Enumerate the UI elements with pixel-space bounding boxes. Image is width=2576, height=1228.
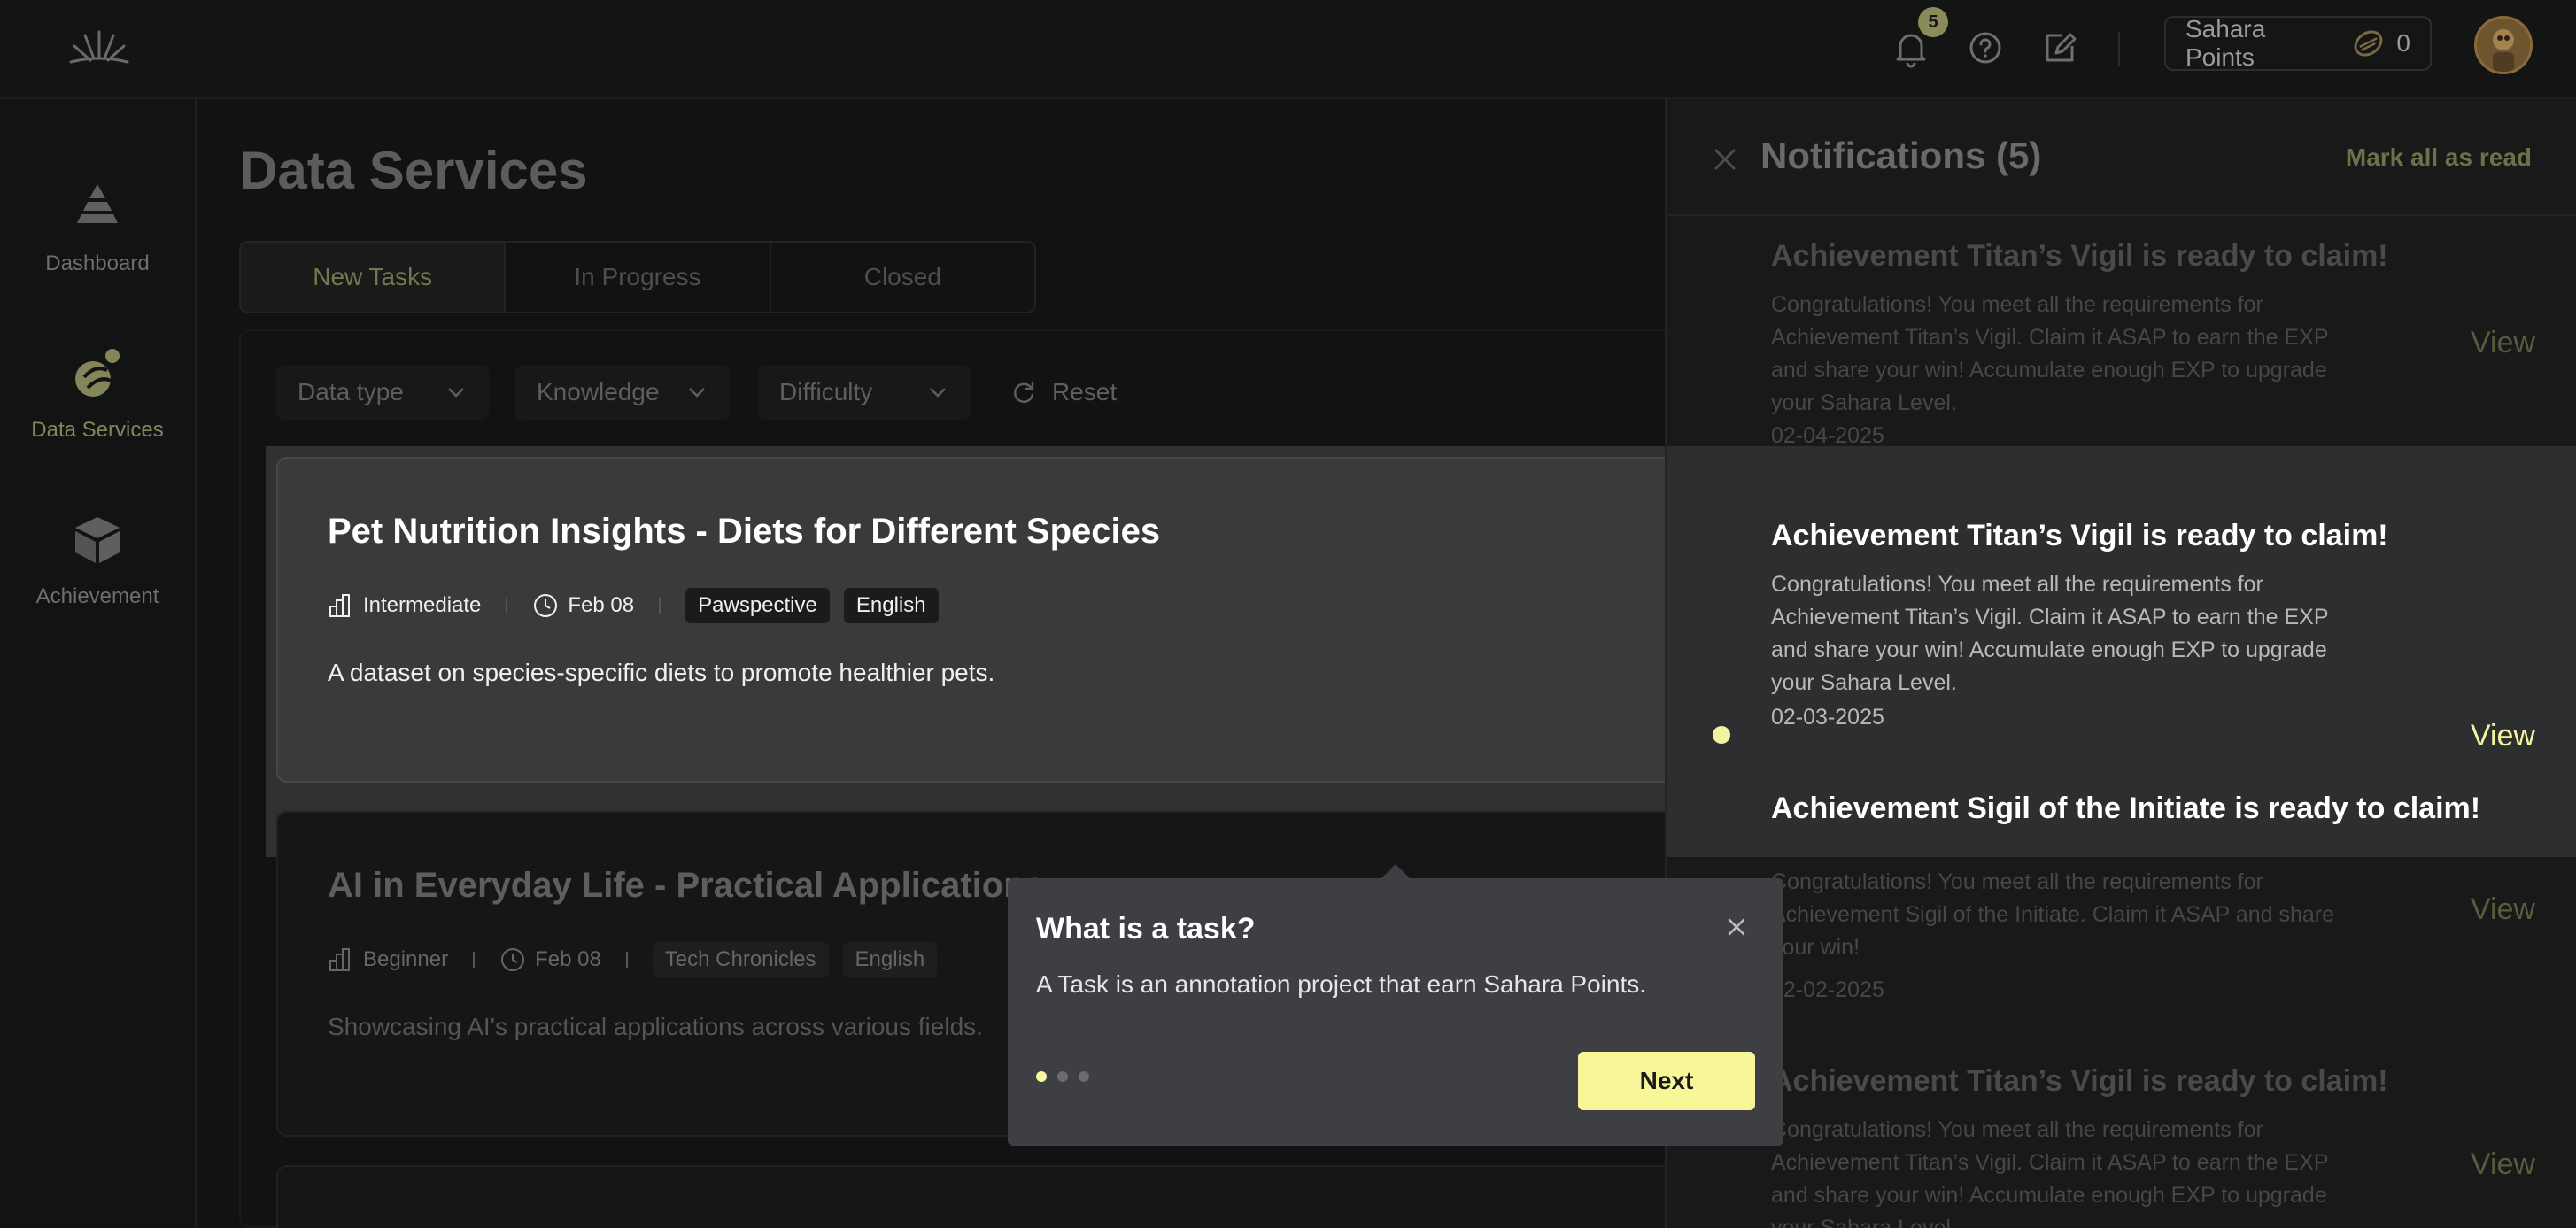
logo-icon[interactable] [67,23,131,73]
reset-filters-button[interactable]: Reset [1010,365,1117,420]
task-meta: Intermediate Feb 08 Pawspective English [328,588,953,623]
tooltip-arrow [1381,864,1410,878]
meta-divider [506,598,508,614]
notification-body: Congratulations! You meet all the requir… [1771,1117,2329,1228]
onboarding-tooltip: What is a task? A Task is an annotation … [1008,878,1783,1146]
points-value: 0 [2396,29,2410,57]
points-label: Sahara Points [2185,15,2266,71]
clock-icon [534,594,558,617]
notification-title: Achievement Sigil of the Initiate is rea… [1771,792,2481,825]
pyramid-icon [77,184,118,223]
task-level: Intermediate [363,593,482,617]
notification-title: Achievement Titan’s Vigil is ready to cl… [1771,1064,2388,1098]
task-tag: Tech Chronicles [652,942,829,977]
sidebar-item-data-services[interactable]: Data Services [0,340,195,443]
meta-divider [473,952,476,968]
edit-icon[interactable] [2035,23,2085,73]
close-icon[interactable] [1723,914,1750,940]
data-type-filter[interactable]: Data type [276,365,489,420]
sidebar-item-achievement[interactable]: Achievement [0,506,195,609]
task-date: Feb 08 [568,593,635,617]
notification-item[interactable]: Achievement Titan’s Vigil is ready to cl… [1667,216,2576,448]
tooltip-title: What is a task? [1036,912,1256,946]
notification-date: 02-03-2025 [1771,705,1884,730]
difficulty-filter[interactable]: Difficulty [758,365,971,420]
task-tag: English [842,942,938,977]
sidebar: Dashboard Data Services Achievement [0,99,197,1228]
notification-date: 02-02-2025 [1771,977,1884,1002]
notification-title: Achievement Titan’s Vigil is ready to cl… [1771,239,2388,273]
page-title: Data Services [239,141,588,200]
chevron-down-icon [930,388,946,398]
task-title: Pet Nutrition Insights - Diets for Diffe… [328,512,1161,551]
coin-icon [2355,30,2383,57]
data-services-icon [75,349,120,397]
notification-view-link[interactable]: View [2471,719,2535,753]
filter-label: Difficulty [779,378,873,405]
reset-label: Reset [1052,378,1118,405]
notification-view-link[interactable]: View [2471,892,2535,927]
notifications-drawer: Notifications (5) Mark all as read Achie… [1665,99,2576,1228]
refresh-icon [1014,381,1034,404]
notification-body: Congratulations! You meet all the requir… [1771,572,2329,695]
meta-divider [659,598,661,614]
clock-icon [501,948,525,971]
top-divider [2118,32,2120,66]
difficulty-bars-icon [329,594,350,617]
task-tabs: New Tasks In Progress Closed [239,241,1036,313]
task-date: Feb 08 [535,947,601,971]
notification-body: Congratulations! You meet all the requir… [1771,869,2334,960]
sahara-points-pill[interactable]: Sahara Points 0 [2164,15,2432,71]
filter-label: Knowledge [537,378,660,405]
task-tag: Pawspective [685,588,830,623]
notification-view-link[interactable]: View [2471,1147,2535,1182]
notification-title: Achievement Titan’s Vigil is ready to cl… [1771,519,2388,552]
help-icon[interactable] [1961,23,2010,73]
notification-count-badge: 5 [1918,7,1948,37]
tab-in-progress[interactable]: In Progress [506,243,771,312]
task-title: AI in Everyday Life - Practical Applicat… [328,866,1045,905]
unread-dot [1713,726,1730,744]
close-icon[interactable] [1709,143,1741,175]
task-meta: Beginner Feb 08 Tech Chronicles English [328,942,951,977]
notification-date: 02-04-2025 [1771,423,1884,448]
sidebar-item-label: Dashboard [45,251,150,275]
notification-item[interactable]: Achievement Titan’s Vigil is ready to cl… [1667,1043,2576,1228]
notification-body: Congratulations! You meet all the requir… [1771,292,2329,415]
tab-closed[interactable]: Closed [771,243,1034,312]
step-dot-active [1036,1071,1047,1082]
filter-label: Data type [298,378,404,405]
difficulty-bars-icon [329,948,350,971]
next-button[interactable]: Next [1578,1052,1755,1110]
sidebar-item-dashboard[interactable]: Dashboard [0,174,195,276]
notifications-title: Notifications (5) [1760,135,2042,176]
avatar-image [2477,19,2530,72]
notification-item[interactable]: Achievement Titan’s Vigil is ready to cl… [1667,446,2576,857]
step-dot [1057,1071,1068,1082]
chevron-down-icon [689,388,705,398]
mark-all-read-button[interactable]: Mark all as read [2346,143,2532,172]
top-bar: 5 Sahara Points 0 [0,0,2576,99]
tooltip-body: A Task is an annotation project that ear… [1036,970,1647,998]
chevron-down-icon [448,388,464,398]
meta-divider [625,952,628,968]
task-tag: English [843,588,939,623]
avatar[interactable] [2474,16,2533,74]
notification-view-link[interactable]: View [2471,326,2535,360]
task-description: A dataset on species-specific diets to p… [328,659,995,686]
step-dot [1079,1071,1089,1082]
task-level: Beginner [363,947,449,971]
tooltip-step-dots [1036,1071,1100,1082]
box-icon [75,517,120,563]
tab-new-tasks[interactable]: New Tasks [241,243,507,312]
sidebar-item-label: Achievement [35,584,159,608]
knowledge-filter[interactable]: Knowledge [515,365,730,420]
app-root: 5 Sahara Points 0 Dashboard Data Service… [0,0,2576,1228]
sidebar-item-label: Data Services [31,418,164,442]
task-description: Showcasing AI's practical applications a… [328,1013,983,1040]
